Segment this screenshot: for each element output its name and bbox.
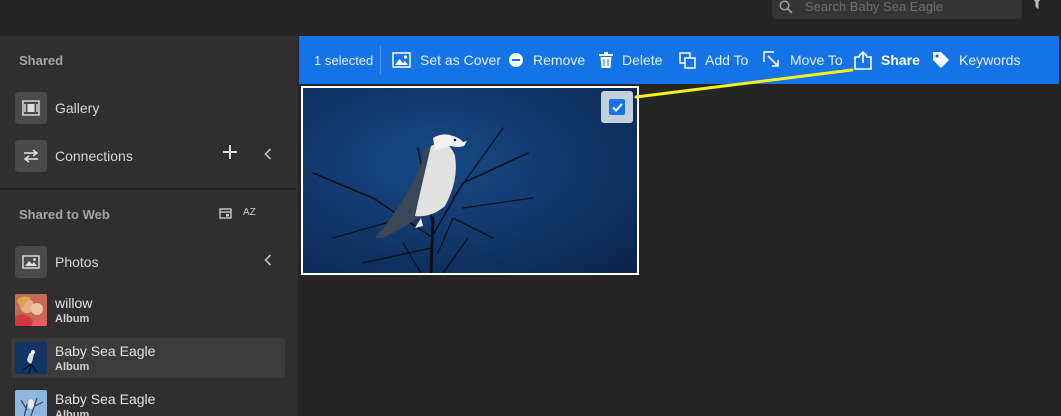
photo-thumbnail-sea-eagle[interactable]	[301, 86, 639, 275]
album-type: Album	[55, 361, 90, 373]
add-to-button[interactable]: Add To	[679, 36, 748, 84]
sidebar-item-gallery[interactable]: Gallery	[0, 88, 298, 128]
album-thumbnail	[15, 390, 47, 416]
selected-count: 1 selected	[314, 53, 374, 68]
chevron-left-icon[interactable]	[264, 148, 272, 160]
add-to-icon	[679, 51, 696, 69]
tag-icon	[933, 52, 949, 68]
album-name: Baby Sea Eagle	[55, 391, 156, 407]
move-to-icon	[763, 51, 779, 67]
set-as-cover-button[interactable]: Set as Cover	[392, 36, 501, 84]
album-item-baby-sea-eagle-selected[interactable]: Baby Sea Eagle Album	[11, 338, 285, 378]
alpha-sort-icon[interactable]: AZ	[243, 207, 256, 218]
move-to-button[interactable]: Move To	[763, 36, 843, 84]
section-title-shared-to-web: Shared to Web	[19, 207, 110, 222]
search-input[interactable]: Search Baby Sea Eagle	[805, 0, 943, 14]
keywords-label: Keywords	[959, 52, 1021, 68]
image-icon	[392, 52, 411, 68]
chevron-left-icon[interactable]	[264, 254, 272, 266]
album-thumbnail	[15, 342, 47, 374]
share-button[interactable]: Share	[854, 36, 920, 84]
search-field[interactable]: Search Baby Sea Eagle	[772, 0, 1022, 19]
photos-icon	[15, 246, 47, 278]
sidebar-item-photos[interactable]: Photos	[0, 242, 298, 282]
move-to-label: Move To	[790, 52, 843, 68]
sidebar-item-label: Connections	[55, 148, 133, 164]
album-name: Baby Sea Eagle	[55, 343, 156, 359]
action-bar-divider	[380, 45, 381, 75]
calendar-sort-icon[interactable]	[219, 207, 232, 219]
eagle-photo	[303, 88, 637, 273]
sidebar-item-connections[interactable]: Connections	[0, 136, 298, 176]
trash-icon	[599, 52, 613, 68]
set-as-cover-label: Set as Cover	[420, 52, 501, 68]
sidebar-item-label: Gallery	[55, 100, 100, 116]
album-item-willow[interactable]: willow Album	[11, 290, 285, 330]
keywords-button[interactable]: Keywords	[932, 36, 1020, 84]
remove-circle-icon	[509, 53, 523, 67]
album-type: Album	[55, 409, 90, 416]
album-type: Album	[55, 313, 90, 325]
delete-button[interactable]: Delete	[599, 36, 662, 84]
album-name: willow	[55, 295, 93, 311]
share-icon	[854, 50, 872, 70]
sidebar-item-label: Photos	[55, 254, 99, 270]
add-connection-icon[interactable]	[222, 144, 238, 160]
section-title-shared: Shared	[19, 53, 64, 68]
album-thumbnail	[15, 294, 47, 326]
delete-label: Delete	[622, 52, 663, 68]
remove-label: Remove	[533, 52, 586, 68]
photo-select-checkbox[interactable]	[601, 91, 633, 123]
checkmark-icon	[609, 99, 625, 115]
connections-icon	[15, 140, 47, 172]
filter-icon[interactable]	[1031, 0, 1043, 10]
album-item-baby-sea-eagle[interactable]: Baby Sea Eagle Album	[11, 386, 285, 416]
search-icon	[779, 0, 793, 14]
sidebar-divider	[0, 188, 298, 190]
selection-action-bar: 1 selected Set as Cover Remove Delete Ad…	[299, 36, 1059, 84]
sidebar: Shared Gallery Connections Shared to Web…	[0, 36, 299, 416]
remove-button[interactable]: Remove	[508, 36, 585, 84]
add-to-label: Add To	[705, 52, 749, 68]
gallery-icon	[15, 92, 47, 124]
top-bar: Search Baby Sea Eagle	[0, 0, 1061, 36]
share-label: Share	[881, 52, 920, 68]
